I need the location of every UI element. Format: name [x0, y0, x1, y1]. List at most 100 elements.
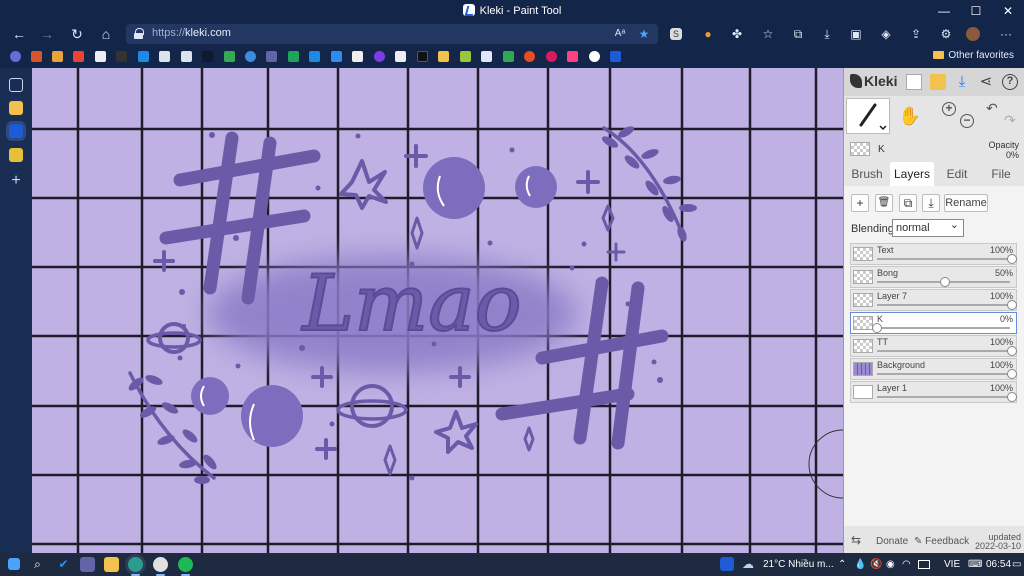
taskbar-todo-icon[interactable]: ✔ — [56, 557, 71, 572]
weather-cloud-icon[interactable]: ☁ — [742, 557, 754, 571]
keyboard-icon[interactable]: ⌨ — [968, 559, 982, 570]
favorite-bing-icon[interactable] — [138, 51, 149, 62]
favorites-icon[interactable]: ☆ — [760, 26, 776, 42]
taskbar-spotify-icon[interactable] — [178, 557, 193, 576]
more-button[interactable]: ··· — [998, 26, 1014, 42]
favorite-item[interactable] — [52, 51, 63, 62]
weather-text[interactable]: 21°C Nhiều m... — [763, 559, 834, 570]
layer-row[interactable]: Bong 50% — [850, 266, 1017, 288]
downloads-icon[interactable]: ⤓ — [819, 26, 835, 42]
kleki-logo[interactable]: Kleki — [850, 73, 897, 89]
hand-tool-icon[interactable]: ✋ — [898, 106, 922, 130]
tab-layers[interactable]: Layers — [890, 162, 934, 186]
favorite-item[interactable] — [395, 51, 406, 62]
favorite-item[interactable] — [524, 51, 535, 62]
favorite-kleki-icon[interactable] — [610, 51, 621, 62]
taskbar-chrome-icon[interactable] — [153, 557, 168, 576]
collections-icon[interactable]: ▣ — [848, 26, 864, 42]
favorite-google-icon[interactable] — [589, 51, 600, 62]
favorite-item[interactable] — [245, 51, 256, 62]
swap-sides-icon[interactable]: ⇆ — [851, 533, 861, 547]
home-button[interactable]: ⌂ — [95, 24, 117, 44]
start-windows-icon[interactable] — [8, 558, 20, 570]
refresh-button[interactable]: ↻ — [66, 24, 88, 44]
sidebar-tab-kleki-icon[interactable] — [9, 124, 23, 138]
layer-opacity-slider[interactable] — [877, 327, 1010, 329]
profile-avatar[interactable] — [966, 27, 980, 41]
new-image-icon[interactable] — [906, 74, 922, 90]
layer-opacity-slider[interactable] — [877, 350, 1010, 352]
new-tab-plus-icon[interactable]: + — [9, 173, 23, 189]
layer-opacity-slider[interactable] — [877, 258, 1010, 260]
tray-app-icon[interactable]: ◉ — [886, 559, 895, 570]
settings-extension-icon[interactable]: ⚙ — [938, 26, 954, 42]
minimize-button[interactable]: — — [928, 0, 960, 22]
layer-row[interactable]: TT 100% — [850, 335, 1017, 357]
duplicate-layer-button[interactable]: ⧉ — [899, 194, 917, 212]
close-button[interactable]: ✕ — [992, 0, 1024, 22]
layer-opacity-slider[interactable] — [877, 304, 1010, 306]
favorite-item[interactable] — [567, 51, 578, 62]
layer-opacity-handle[interactable] — [939, 277, 950, 287]
merge-layer-button[interactable]: ⤓ — [922, 194, 940, 212]
layer-opacity-handle[interactable] — [1007, 392, 1017, 402]
canvas-artwork[interactable]: Lmao — [32, 68, 843, 553]
favorite-item[interactable] — [31, 51, 42, 62]
layer-row[interactable]: Layer 7 100% — [850, 289, 1017, 311]
favorite-tiktok-icon[interactable] — [417, 51, 428, 62]
zoom-in-icon[interactable]: + — [942, 102, 956, 116]
clock-time[interactable]: 06:54 — [986, 559, 1011, 570]
layer-row[interactable]: Background 100% — [850, 358, 1017, 380]
tray-drop-icon[interactable]: 💧 — [854, 559, 866, 570]
layer-opacity-handle[interactable] — [1007, 346, 1017, 356]
favorite-notion-icon[interactable] — [95, 51, 106, 62]
wifi-icon[interactable]: ◠ — [902, 559, 911, 570]
tab-brush[interactable]: Brush — [846, 162, 888, 186]
help-icon[interactable]: ? — [1002, 74, 1018, 90]
favorite-item[interactable] — [331, 51, 342, 62]
rename-layer-button[interactable]: Rename — [944, 194, 988, 212]
taskbar-explorer-icon[interactable] — [104, 557, 119, 572]
layer-row[interactable]: Layer 1 100% — [850, 381, 1017, 403]
address-bar[interactable]: https://kleki.com Aᵃ ★ — [126, 24, 658, 44]
maximize-button[interactable]: ☐ — [960, 0, 992, 22]
tab-edit[interactable]: Edit — [936, 162, 978, 186]
favorite-item[interactable] — [10, 51, 21, 62]
favorite-item[interactable] — [546, 51, 557, 62]
favorite-drive-icon[interactable] — [224, 51, 235, 62]
language-indicator[interactable]: VIE — [944, 559, 960, 570]
tab-actions-icon[interactable] — [9, 78, 23, 92]
favorite-item[interactable] — [460, 51, 471, 62]
favorite-item[interactable] — [374, 51, 385, 62]
favorite-star-icon[interactable]: ★ — [636, 26, 652, 42]
search-icon[interactable]: ⌕ — [30, 557, 45, 572]
add-layer-button[interactable]: + — [851, 194, 869, 212]
split-screen-icon[interactable]: ⧉ — [790, 26, 806, 42]
favorite-item[interactable] — [202, 51, 213, 62]
blending-select[interactable]: normal — [892, 217, 964, 237]
tray-chevron-icon[interactable]: ⌃ — [838, 559, 846, 570]
other-favorites[interactable]: Other favorites — [933, 50, 1014, 61]
save-download-icon[interactable]: ⤓ — [954, 74, 970, 90]
extensions-icon[interactable]: ✤ — [729, 26, 745, 42]
forward-button[interactable]: → — [36, 24, 58, 44]
taskbar-teams-icon[interactable] — [80, 557, 95, 572]
share-icon[interactable]: ⋖ — [978, 74, 994, 90]
layer-opacity-handle[interactable] — [1007, 369, 1017, 379]
brush-tool-button[interactable] — [846, 98, 890, 134]
layer-opacity-handle[interactable] — [1007, 300, 1017, 310]
favorite-page-icon[interactable] — [159, 51, 170, 62]
lock-icon[interactable] — [134, 28, 144, 39]
layer-row[interactable]: K 0% — [850, 312, 1017, 334]
url-text[interactable]: https://kleki.com — [152, 27, 231, 39]
sidebar-tab-h-icon[interactable] — [9, 101, 23, 115]
volume-icon[interactable]: 🔇 — [870, 559, 882, 570]
undo-icon[interactable]: ↶ — [986, 100, 998, 117]
battery-icon[interactable] — [918, 560, 930, 569]
favorite-item[interactable] — [116, 51, 127, 62]
read-aloud-icon[interactable]: Aᵃ — [612, 26, 628, 42]
favorite-item[interactable] — [288, 51, 299, 62]
open-folder-icon[interactable] — [930, 74, 946, 90]
layer-opacity-handle[interactable] — [872, 323, 882, 333]
extension-s-icon[interactable]: S — [670, 28, 682, 40]
